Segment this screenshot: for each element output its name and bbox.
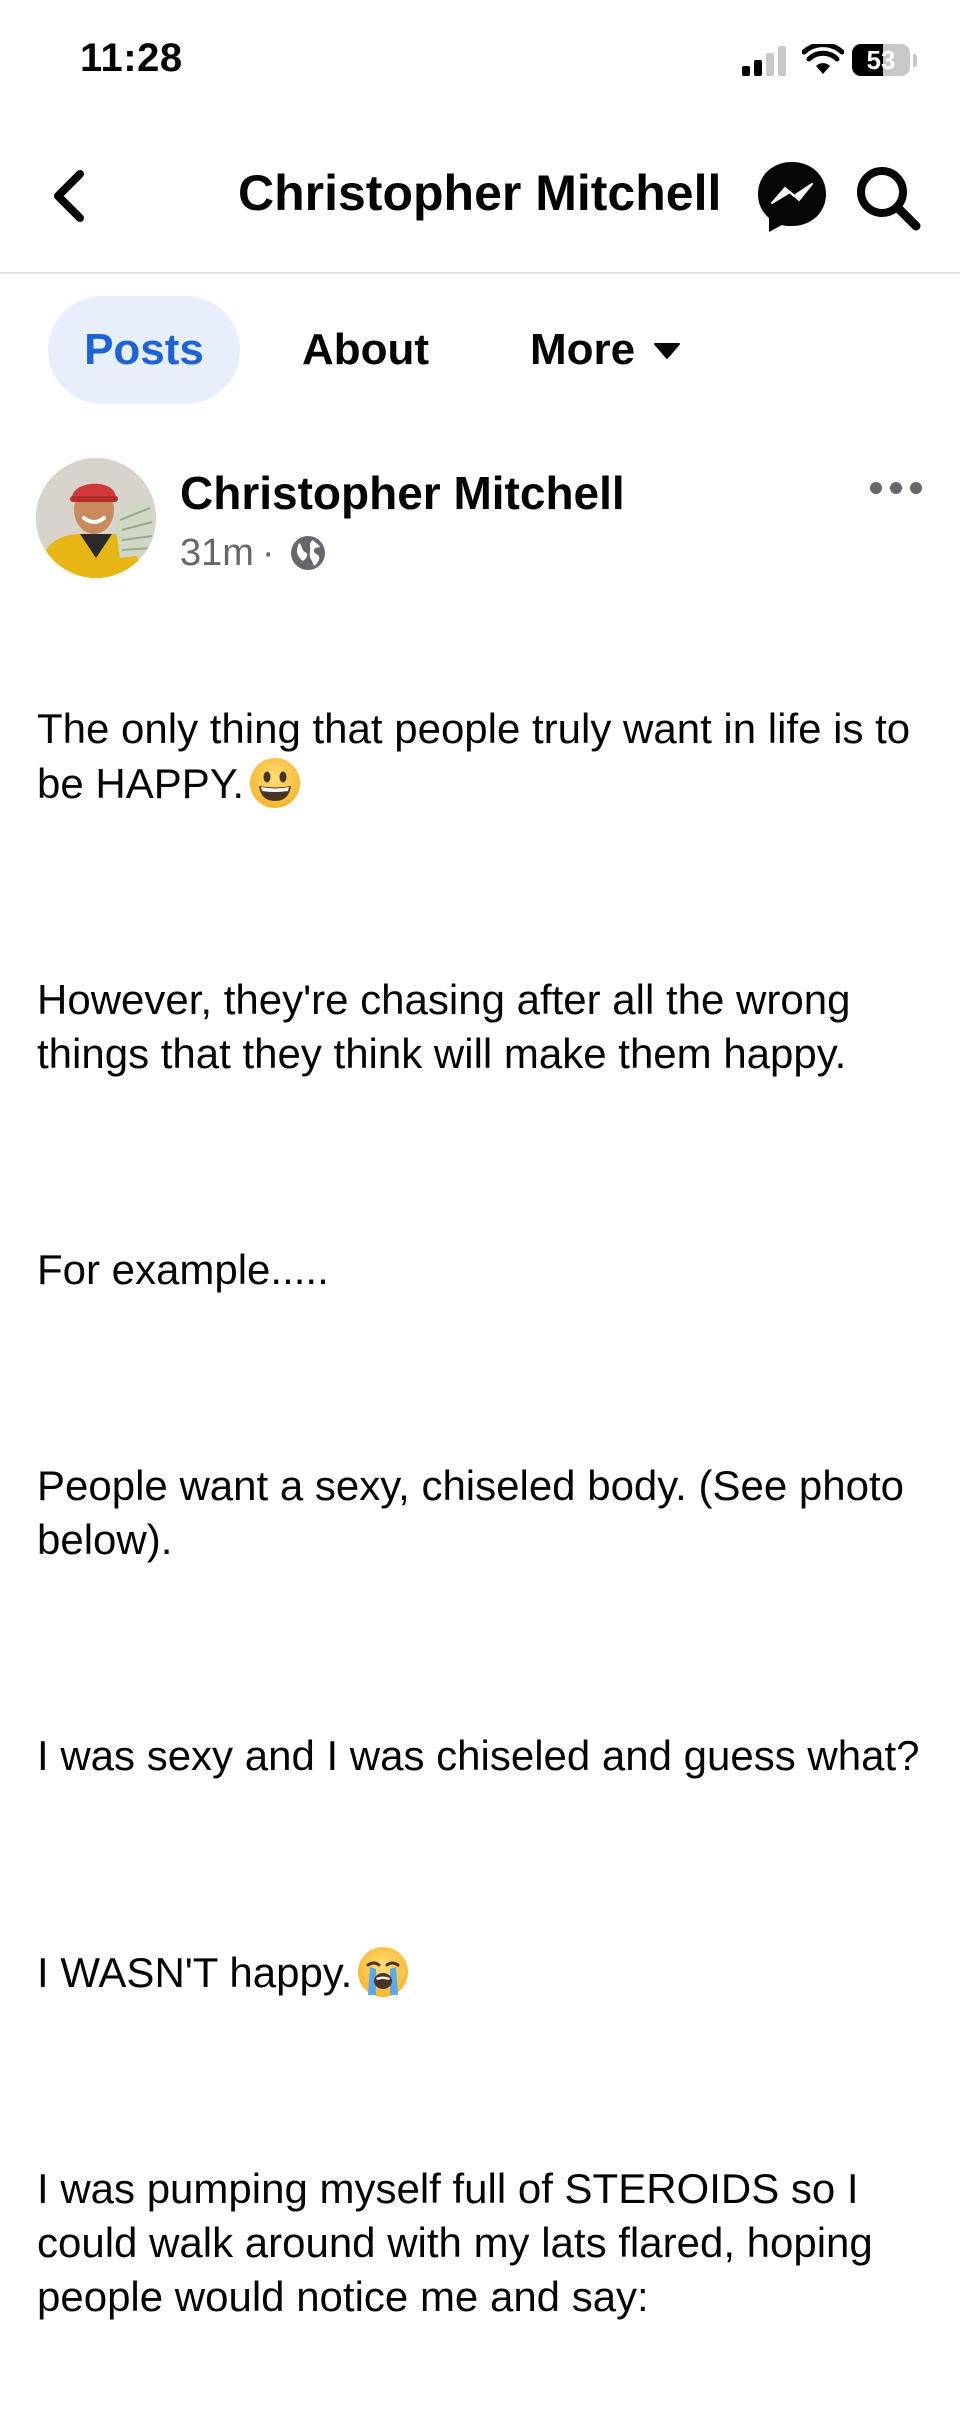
status-time: 11:28: [80, 36, 183, 80]
post-paragraph: The only thing that people truly want in…: [37, 702, 927, 811]
battery-percentage: 53: [866, 45, 896, 75]
wifi-icon: [802, 44, 844, 74]
back-icon: [54, 170, 84, 222]
tab-posts[interactable]: Posts: [48, 296, 240, 404]
page-title: Christopher Mitchell: [238, 165, 722, 221]
search-button[interactable]: [852, 162, 924, 234]
author-avatar[interactable]: [36, 458, 156, 578]
post-paragraph: However, they're chasing after all the w…: [37, 976, 863, 1077]
status-bar: 11:28 53: [0, 0, 960, 120]
avatar-photo: [36, 458, 156, 578]
post-timestamp[interactable]: 31m: [180, 532, 254, 574]
tab-more-label: More: [530, 325, 636, 374]
post-author-name[interactable]: Christopher Mitchell: [180, 466, 625, 520]
post-paragraph: People want a sexy, chiseled body. (See …: [37, 1462, 916, 1563]
tab-about[interactable]: About: [302, 296, 429, 404]
caret-down-icon: [654, 343, 681, 359]
battery-icon: 53: [852, 44, 918, 78]
loudly-crying-face-emoji-icon: [358, 1947, 409, 1997]
profile-tabs: Posts About More: [0, 296, 960, 406]
post-options-button[interactable]: [864, 470, 928, 506]
post-body: The only thing that people truly want in…: [37, 594, 927, 2432]
search-icon: [857, 167, 921, 231]
tab-more[interactable]: More: [530, 296, 681, 404]
cellular-signal-icon: [742, 46, 786, 76]
grinning-face-emoji-icon: [250, 758, 301, 808]
post-paragraph: I was pumping myself full of STEROIDS so…: [37, 2165, 885, 2320]
globe-icon: [290, 536, 325, 570]
messenger-icon: [758, 162, 826, 232]
post-paragraph: For example.....: [37, 1246, 329, 1293]
post-paragraph: I WASN'T happy.: [37, 1945, 927, 2000]
messenger-button[interactable]: [752, 156, 832, 236]
meta-separator: ·: [261, 532, 275, 574]
post-meta: 31m ·: [180, 532, 327, 575]
profile-header: Christopher Mitchell: [0, 120, 960, 274]
back-button[interactable]: [40, 156, 100, 236]
post-paragraph: I was sexy and I was chiseled and guess …: [37, 1732, 920, 1779]
more-options-icon: [870, 482, 922, 494]
